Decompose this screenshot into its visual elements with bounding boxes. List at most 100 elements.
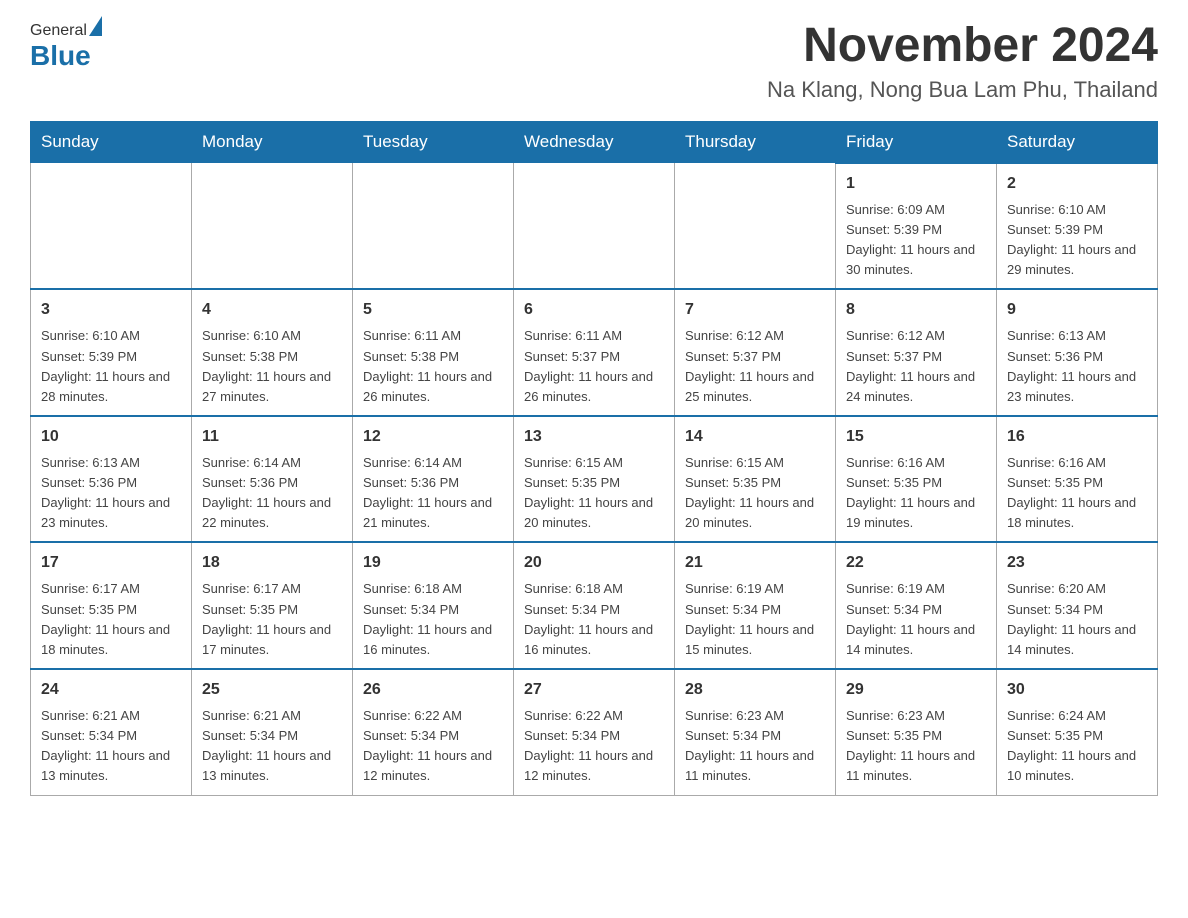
day-info: Sunrise: 6:10 AM Sunset: 5:39 PM Dayligh… — [1007, 200, 1147, 281]
calendar-week-row: 1 Sunrise: 6:09 AM Sunset: 5:39 PM Daylig… — [31, 163, 1158, 290]
calendar-cell: 19 Sunrise: 6:18 AM Sunset: 5:34 PM Dayli… — [353, 542, 514, 669]
calendar-header-friday: Friday — [836, 121, 997, 163]
calendar-cell: 13Sunrise: 6:15 AM Sunset: 5:35 PM Dayli… — [514, 416, 675, 543]
day-info: Sunrise: 6:13 AM Sunset: 5:36 PM Dayligh… — [41, 453, 181, 534]
day-info: Sunrise: 6:10 AM Sunset: 5:38 PM Dayligh… — [202, 326, 342, 407]
day-number: 5 — [363, 298, 503, 322]
day-number: 1 — [846, 172, 986, 196]
day-number: 21 — [685, 551, 825, 575]
day-number: 3 — [41, 298, 181, 322]
month-title: November 2024 — [767, 20, 1158, 73]
day-info: Sunrise: 6:18 AM Sunset: 5:34 PM Dayligh… — [363, 579, 503, 660]
day-number: 18 — [202, 551, 342, 575]
calendar-header-saturday: Saturday — [997, 121, 1158, 163]
day-info: Sunrise: 6:21 AM Sunset: 5:34 PM Dayligh… — [41, 706, 181, 787]
day-info: Sunrise: 6:13 AM Sunset: 5:36 PM Dayligh… — [1007, 326, 1147, 407]
day-info: Sunrise: 6:21 AM Sunset: 5:34 PM Dayligh… — [202, 706, 342, 787]
calendar-cell: 23Sunrise: 6:20 AM Sunset: 5:34 PM Dayli… — [997, 542, 1158, 669]
day-number: 7 — [685, 298, 825, 322]
day-info: Sunrise: 6:16 AM Sunset: 5:35 PM Dayligh… — [846, 453, 986, 534]
day-info: Sunrise: 6:09 AM Sunset: 5:39 PM Dayligh… — [846, 200, 986, 281]
calendar-cell — [514, 163, 675, 290]
day-number: 11 — [202, 425, 342, 449]
day-info: Sunrise: 6:22 AM Sunset: 5:34 PM Dayligh… — [524, 706, 664, 787]
day-info: Sunrise: 6:20 AM Sunset: 5:34 PM Dayligh… — [1007, 579, 1147, 660]
day-number: 15 — [846, 425, 986, 449]
location-subtitle: Na Klang, Nong Bua Lam Phu, Thailand — [767, 77, 1158, 103]
calendar-cell: 3 Sunrise: 6:10 AM Sunset: 5:39 PM Daylig… — [31, 289, 192, 416]
calendar-cell: 25 Sunrise: 6:21 AM Sunset: 5:34 PM Dayli… — [192, 669, 353, 795]
day-number: 8 — [846, 298, 986, 322]
day-number: 29 — [846, 678, 986, 702]
calendar-header-thursday: Thursday — [675, 121, 836, 163]
calendar-header-row: SundayMondayTuesdayWednesdayThursdayFrid… — [31, 121, 1158, 163]
day-number: 19 — [363, 551, 503, 575]
calendar-cell: 6 Sunrise: 6:11 AM Sunset: 5:37 PM Daylig… — [514, 289, 675, 416]
calendar-cell — [353, 163, 514, 290]
calendar-cell: 14Sunrise: 6:15 AM Sunset: 5:35 PM Dayli… — [675, 416, 836, 543]
day-number: 30 — [1007, 678, 1147, 702]
day-number: 20 — [524, 551, 664, 575]
calendar-header-monday: Monday — [192, 121, 353, 163]
calendar-header-tuesday: Tuesday — [353, 121, 514, 163]
calendar-cell: 24Sunrise: 6:21 AM Sunset: 5:34 PM Dayli… — [31, 669, 192, 795]
day-number: 9 — [1007, 298, 1147, 322]
calendar-cell: 17Sunrise: 6:17 AM Sunset: 5:35 PM Dayli… — [31, 542, 192, 669]
calendar-cell: 21 Sunrise: 6:19 AM Sunset: 5:34 PM Dayli… — [675, 542, 836, 669]
calendar-table: SundayMondayTuesdayWednesdayThursdayFrid… — [30, 121, 1158, 796]
day-info: Sunrise: 6:22 AM Sunset: 5:34 PM Dayligh… — [363, 706, 503, 787]
day-number: 4 — [202, 298, 342, 322]
day-number: 16 — [1007, 425, 1147, 449]
calendar-cell: 10 Sunrise: 6:13 AM Sunset: 5:36 PM Dayli… — [31, 416, 192, 543]
calendar-cell: 4 Sunrise: 6:10 AM Sunset: 5:38 PM Daylig… — [192, 289, 353, 416]
day-number: 14 — [685, 425, 825, 449]
title-area: November 2024 Na Klang, Nong Bua Lam Phu… — [767, 20, 1158, 103]
day-number: 26 — [363, 678, 503, 702]
logo-area: General Blue — [30, 20, 104, 72]
day-info: Sunrise: 6:19 AM Sunset: 5:34 PM Dayligh… — [685, 579, 825, 660]
day-number: 2 — [1007, 172, 1147, 196]
logo-triangle-icon — [89, 16, 102, 36]
logo-blue-text: Blue — [30, 40, 91, 71]
day-info: Sunrise: 6:18 AM Sunset: 5:34 PM Dayligh… — [524, 579, 664, 660]
calendar-week-row: 3 Sunrise: 6:10 AM Sunset: 5:39 PM Daylig… — [31, 289, 1158, 416]
calendar-cell: 20 Sunrise: 6:18 AM Sunset: 5:34 PM Dayli… — [514, 542, 675, 669]
day-number: 6 — [524, 298, 664, 322]
day-number: 28 — [685, 678, 825, 702]
day-info: Sunrise: 6:10 AM Sunset: 5:39 PM Dayligh… — [41, 326, 181, 407]
day-info: Sunrise: 6:16 AM Sunset: 5:35 PM Dayligh… — [1007, 453, 1147, 534]
calendar-cell: 11Sunrise: 6:14 AM Sunset: 5:36 PM Dayli… — [192, 416, 353, 543]
calendar-cell: 26 Sunrise: 6:22 AM Sunset: 5:34 PM Dayli… — [353, 669, 514, 795]
calendar-cell: 16 Sunrise: 6:16 AM Sunset: 5:35 PM Dayli… — [997, 416, 1158, 543]
calendar-cell — [192, 163, 353, 290]
day-number: 13 — [524, 425, 664, 449]
calendar-cell — [31, 163, 192, 290]
day-info: Sunrise: 6:17 AM Sunset: 5:35 PM Dayligh… — [202, 579, 342, 660]
day-number: 22 — [846, 551, 986, 575]
day-number: 10 — [41, 425, 181, 449]
day-info: Sunrise: 6:19 AM Sunset: 5:34 PM Dayligh… — [846, 579, 986, 660]
calendar-cell: 8Sunrise: 6:12 AM Sunset: 5:37 PM Daylig… — [836, 289, 997, 416]
day-info: Sunrise: 6:14 AM Sunset: 5:36 PM Dayligh… — [363, 453, 503, 534]
day-info: Sunrise: 6:12 AM Sunset: 5:37 PM Dayligh… — [685, 326, 825, 407]
calendar-header-wednesday: Wednesday — [514, 121, 675, 163]
calendar-cell: 5Sunrise: 6:11 AM Sunset: 5:38 PM Daylig… — [353, 289, 514, 416]
calendar-cell: 2 Sunrise: 6:10 AM Sunset: 5:39 PM Daylig… — [997, 163, 1158, 290]
calendar-cell: 15 Sunrise: 6:16 AM Sunset: 5:35 PM Dayli… — [836, 416, 997, 543]
calendar-cell: 12Sunrise: 6:14 AM Sunset: 5:36 PM Dayli… — [353, 416, 514, 543]
day-info: Sunrise: 6:11 AM Sunset: 5:37 PM Dayligh… — [524, 326, 664, 407]
calendar-cell: 28Sunrise: 6:23 AM Sunset: 5:34 PM Dayli… — [675, 669, 836, 795]
calendar-cell: 18 Sunrise: 6:17 AM Sunset: 5:35 PM Dayli… — [192, 542, 353, 669]
calendar-week-row: 17 Sunrise: 6:17 AM Sunset: 5:35 PM Dayli… — [31, 542, 1158, 669]
day-number: 17 — [41, 551, 181, 575]
day-number: 25 — [202, 678, 342, 702]
calendar-cell — [675, 163, 836, 290]
calendar-week-row: 24Sunrise: 6:21 AM Sunset: 5:34 PM Dayli… — [31, 669, 1158, 795]
calendar-cell: 9 Sunrise: 6:13 AM Sunset: 5:36 PM Daylig… — [997, 289, 1158, 416]
page-header: General Blue November 2024 Na Klang, Non… — [30, 20, 1158, 103]
calendar-cell: 30Sunrise: 6:24 AM Sunset: 5:35 PM Dayli… — [997, 669, 1158, 795]
calendar-cell: 29Sunrise: 6:23 AM Sunset: 5:35 PM Dayli… — [836, 669, 997, 795]
calendar-header-sunday: Sunday — [31, 121, 192, 163]
calendar-cell: 22 Sunrise: 6:19 AM Sunset: 5:34 PM Dayli… — [836, 542, 997, 669]
calendar-cell: 7 Sunrise: 6:12 AM Sunset: 5:37 PM Daylig… — [675, 289, 836, 416]
